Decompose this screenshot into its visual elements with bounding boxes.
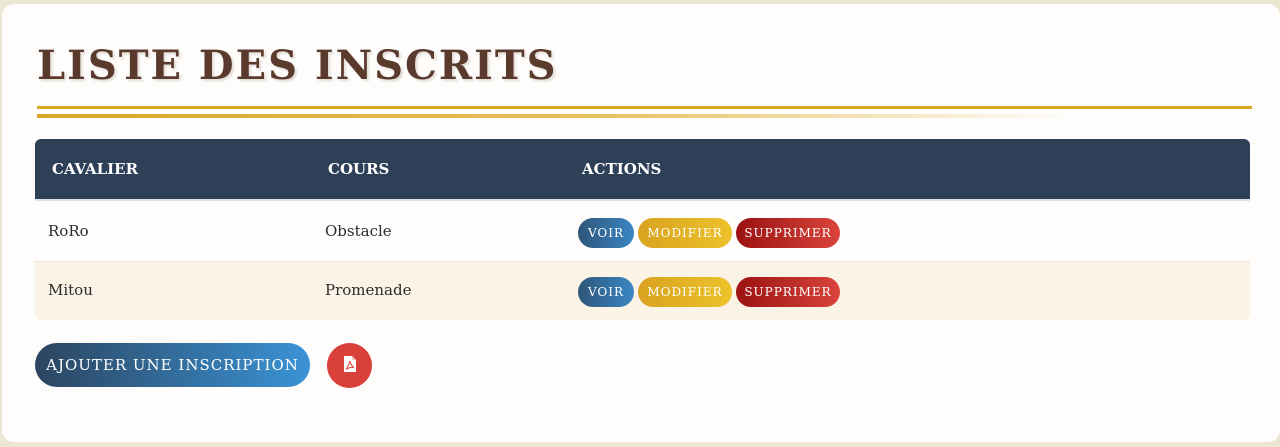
column-header-actions: ACTIONS: [582, 160, 662, 178]
delete-button[interactable]: SUPPRIMER: [736, 277, 840, 307]
table-row: RoRo Obstacle VOIR MODIFIER SUPPRIMER: [35, 203, 1250, 262]
table-header: CAVALIER COURS ACTIONS: [35, 139, 1250, 201]
title-divider-bottom: [37, 114, 1252, 118]
delete-button[interactable]: SUPPRIMER: [736, 218, 840, 248]
add-registration-button[interactable]: AJOUTER UNE INSCRIPTION: [35, 343, 310, 387]
column-header-cours: COURS: [328, 160, 390, 178]
registrations-table: CAVALIER COURS ACTIONS RoRo Obstacle VOI…: [35, 139, 1250, 320]
view-button[interactable]: VOIR: [578, 277, 634, 307]
file-pdf-icon: [343, 355, 357, 377]
cell-cavalier: RoRo: [48, 222, 89, 240]
title-divider-top: [37, 106, 1252, 109]
cell-cavalier: Mitou: [48, 281, 93, 299]
view-button[interactable]: VOIR: [578, 218, 634, 248]
edit-button[interactable]: MODIFIER: [638, 277, 732, 307]
cell-cours: Obstacle: [325, 222, 392, 240]
export-pdf-button[interactable]: [327, 343, 372, 388]
column-header-cavalier: CAVALIER: [52, 160, 139, 178]
cell-cours: Promenade: [325, 281, 412, 299]
table-row: Mitou Promenade VOIR MODIFIER SUPPRIMER: [35, 262, 1250, 320]
edit-button[interactable]: MODIFIER: [638, 218, 732, 248]
page-title: LISTE DES INSCRITS: [37, 42, 558, 89]
